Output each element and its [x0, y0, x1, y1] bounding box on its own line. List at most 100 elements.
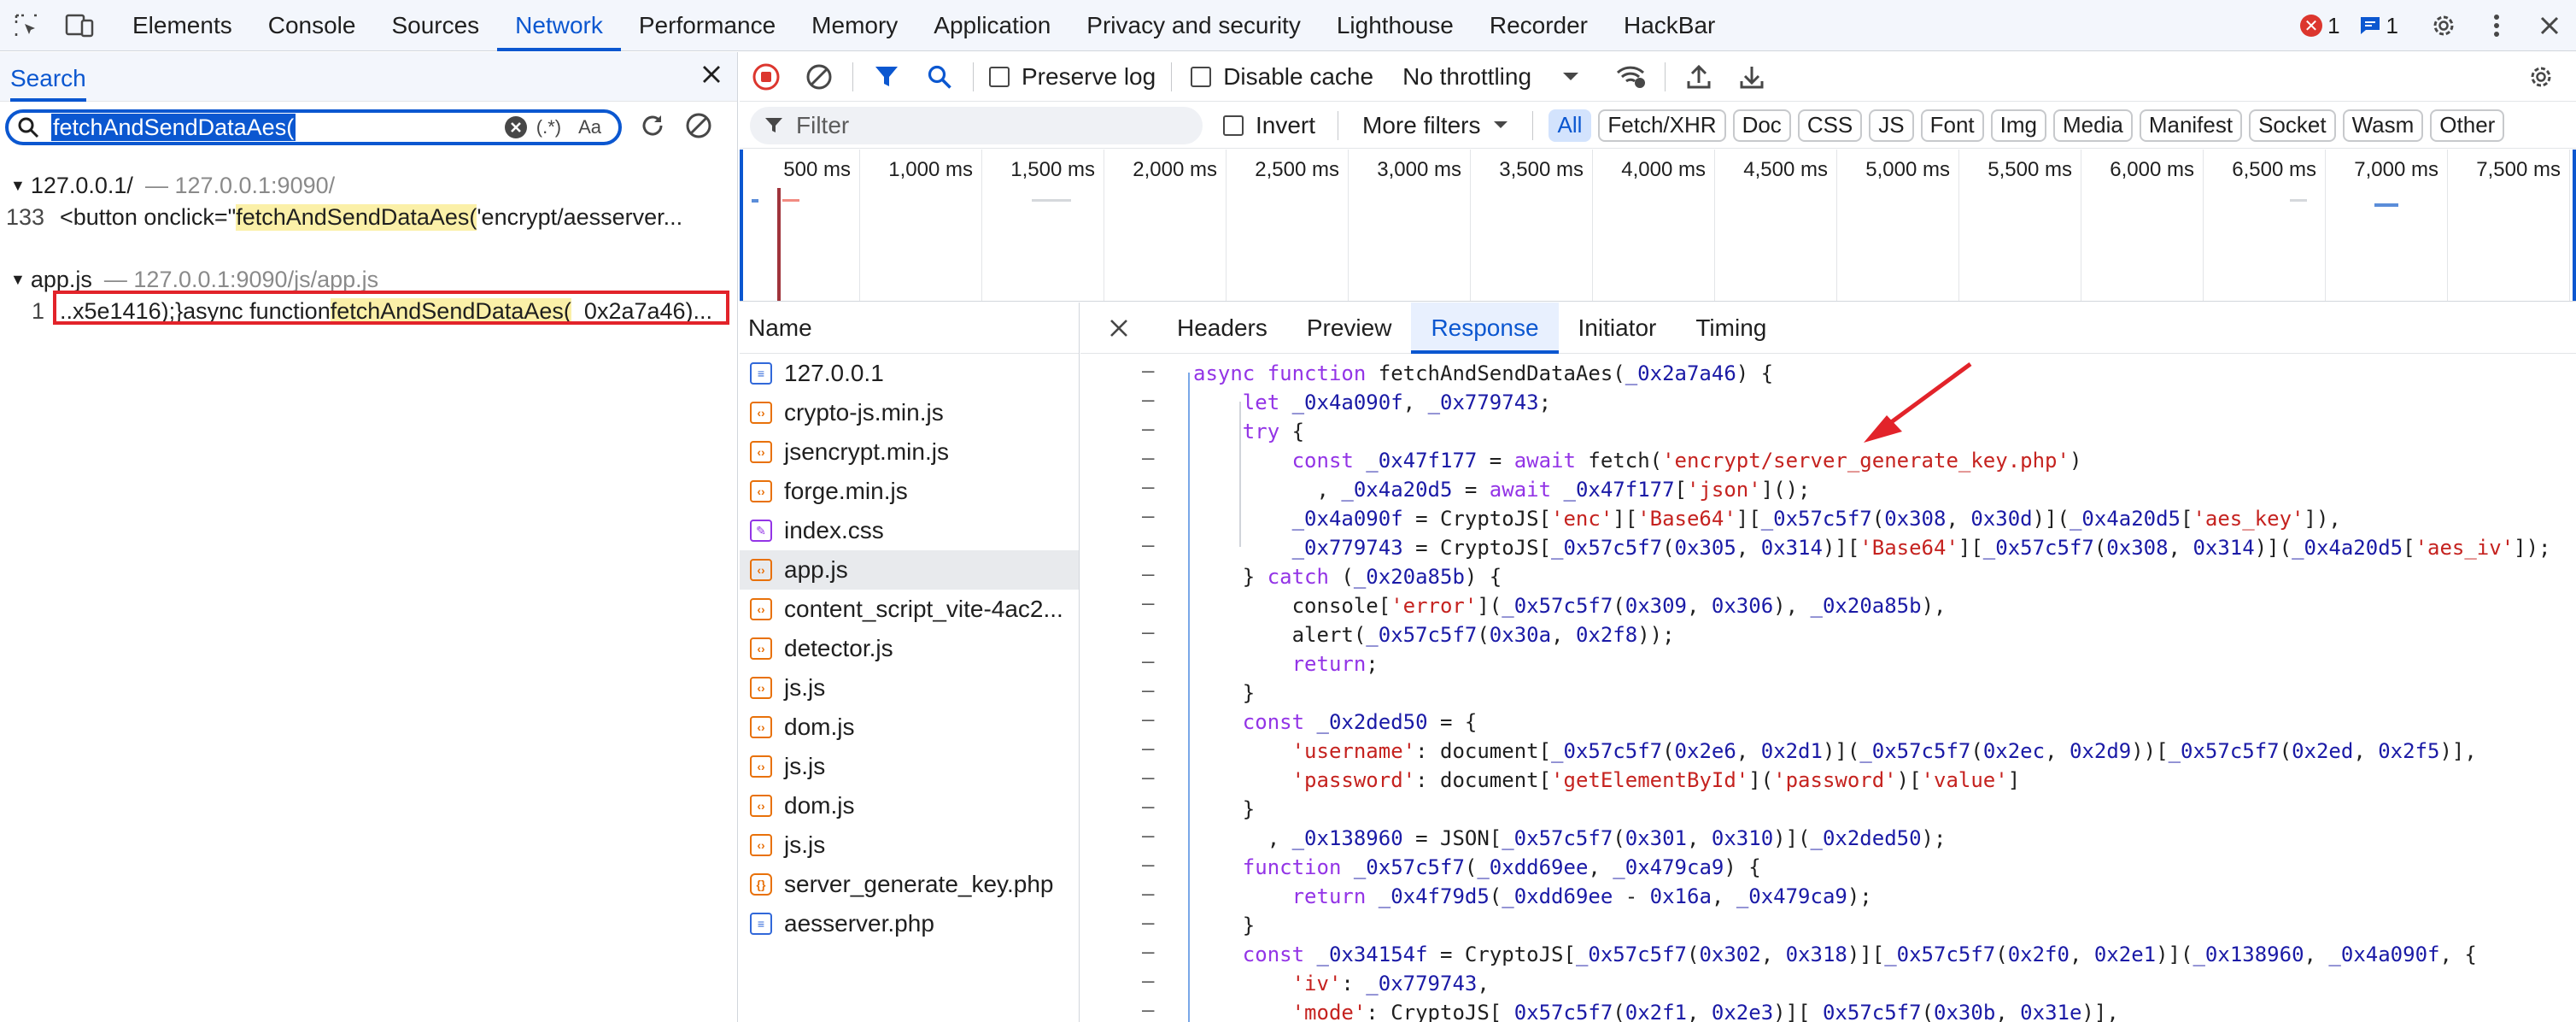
tab-recorder[interactable]: Recorder — [1472, 0, 1606, 51]
toolbar-divider — [1665, 62, 1666, 91]
result-match: fetchAndSendDataAes( — [236, 203, 477, 231]
timeline-right-handle[interactable] — [2573, 150, 2576, 301]
request-row[interactable]: ‹› js.js — [740, 747, 1079, 786]
code-line: 'iv': _0x779743, — [1291, 972, 1490, 996]
request-row[interactable]: ‹› app.js — [740, 550, 1079, 590]
timeline-label: 5,500 ms — [1988, 158, 2072, 181]
disable-cache-checkbox[interactable]: Disable cache — [1191, 63, 1373, 91]
filter-input[interactable]: Filter — [750, 106, 1203, 144]
tab-initiator[interactable]: Initiator — [1559, 302, 1677, 354]
network-conditions-icon[interactable] — [1605, 52, 1658, 102]
request-row[interactable]: ≡ aesserver.php — [740, 904, 1079, 943]
clear-search-icon[interactable] — [504, 115, 528, 139]
name-column-header[interactable]: Name — [740, 302, 1079, 354]
request-row[interactable]: ✎ index.css — [740, 511, 1079, 550]
search-input[interactable]: fetchAndSendDataAes( (.*) Aa — [5, 109, 622, 145]
chip-other[interactable]: Other — [2430, 109, 2505, 142]
request-name: dom.js — [784, 714, 855, 740]
request-row[interactable]: ‹› detector.js — [740, 629, 1079, 668]
expand-caret-icon: ▼ — [10, 270, 26, 288]
code-line: } catch (_0x20a85b) { — [1193, 565, 1502, 589]
filter-icon[interactable] — [860, 52, 913, 102]
close-search-icon[interactable] — [701, 64, 727, 89]
tab-performance[interactable]: Performance — [621, 0, 793, 51]
chip-css[interactable]: CSS — [1797, 109, 1863, 142]
response-code-viewer[interactable]: – async function fetchAndSendDataAes(_0x2… — [1080, 355, 2576, 1022]
search-result-line[interactable]: 133 <button onclick=" fetchAndSendDataAes… — [0, 201, 737, 233]
line-gutter-marker: – — [1142, 708, 1155, 731]
stop-recording-icon[interactable] — [740, 52, 793, 102]
search-icon[interactable] — [913, 52, 966, 102]
regex-toggle[interactable]: (.*) — [536, 116, 561, 138]
network-timeline-overview[interactable]: 500 ms 1,000 ms 1,500 ms 2,000 ms 2,500 ms 3,… — [740, 150, 2576, 302]
tab-hackbar[interactable]: HackBar — [1606, 0, 1733, 51]
tab-console[interactable]: Console — [250, 0, 374, 51]
timeline-gridline — [1226, 150, 1227, 301]
disable-cache-label: Disable cache — [1223, 62, 1374, 90]
timeline-bar — [782, 199, 799, 202]
preserve-log-checkbox[interactable]: Preserve log — [989, 63, 1156, 91]
request-row[interactable]: ‹› dom.js — [740, 708, 1079, 747]
clear-results-icon[interactable] — [685, 112, 712, 144]
tab-lighthouse[interactable]: Lighthouse — [1319, 0, 1472, 51]
chip-socket[interactable]: Socket — [2249, 109, 2336, 142]
chip-manifest[interactable]: Manifest — [2139, 109, 2243, 142]
error-count-badge[interactable]: ✕ 1 — [2300, 13, 2340, 39]
chip-js[interactable]: JS — [1869, 109, 1914, 142]
chip-fetch-xhr[interactable]: Fetch/XHR — [1598, 109, 1726, 142]
result-file-url: — 127.0.0.1:9090/ — [144, 172, 336, 198]
chip-font[interactable]: Font — [1920, 109, 1984, 142]
network-settings-gear-icon[interactable] — [2515, 52, 2567, 102]
close-detail-icon[interactable] — [1080, 319, 1157, 338]
chip-wasm[interactable]: Wasm — [2342, 109, 2424, 142]
tab-response[interactable]: Response — [1411, 302, 1559, 354]
tab-headers[interactable]: Headers — [1157, 302, 1287, 354]
request-row[interactable]: ‹› js.js — [740, 825, 1079, 865]
tab-preview[interactable]: Preview — [1287, 302, 1412, 354]
toolbar-divider — [1171, 62, 1173, 91]
chip-img[interactable]: Img — [1990, 109, 2046, 142]
message-count-badge[interactable]: 1 — [2359, 13, 2398, 39]
inspect-element-icon[interactable] — [0, 0, 53, 51]
settings-gear-icon[interactable] — [2417, 0, 2470, 51]
import-har-icon[interactable] — [1672, 52, 1725, 102]
clear-log-icon[interactable] — [793, 52, 846, 102]
request-name: js.js — [784, 831, 826, 858]
request-row[interactable]: ‹› js.js — [740, 668, 1079, 708]
search-result-file[interactable]: ▼ 127.0.0.1/ — 127.0.0.1:9090/ — [0, 170, 737, 201]
device-toolbar-icon[interactable] — [53, 0, 106, 51]
throttling-select[interactable]: No throttling — [1402, 63, 1579, 91]
tab-timing[interactable]: Timing — [1676, 302, 1786, 354]
timeline-left-handle[interactable] — [740, 150, 743, 301]
chip-doc[interactable]: Doc — [1732, 109, 1791, 142]
message-count: 1 — [2386, 12, 2398, 38]
close-devtools-icon[interactable] — [2523, 0, 2576, 51]
chip-all[interactable]: All — [1548, 109, 1592, 142]
match-case-toggle[interactable]: Aa — [578, 116, 601, 138]
request-row[interactable]: ‹› dom.js — [740, 786, 1079, 825]
refresh-search-icon[interactable] — [639, 112, 666, 144]
timeline-gridline — [859, 150, 860, 301]
request-row[interactable]: ‹› jsencrypt.min.js — [740, 432, 1079, 472]
timeline-gridline — [1714, 150, 1715, 301]
export-har-icon[interactable] — [1725, 52, 1778, 102]
tab-application[interactable]: Application — [916, 0, 1068, 51]
more-options-icon[interactable] — [2470, 0, 2523, 51]
tab-sources[interactable]: Sources — [373, 0, 497, 51]
tab-privacy-and-security[interactable]: Privacy and security — [1068, 0, 1319, 51]
timeline-label: 2,000 ms — [1133, 158, 1217, 181]
request-row[interactable]: ‹› crypto-js.min.js — [740, 393, 1079, 432]
request-row[interactable]: ‹› forge.min.js — [740, 472, 1079, 511]
chip-media[interactable]: Media — [2053, 109, 2133, 142]
request-row[interactable]: ≡ 127.0.0.1 — [740, 354, 1079, 393]
request-row[interactable]: ‹› content_script_vite-4ac2... — [740, 590, 1079, 629]
dropdown-arrow-icon — [1563, 72, 1579, 80]
invert-checkbox[interactable]: Invert — [1223, 112, 1315, 139]
request-row[interactable]: {} server_generate_key.php — [740, 865, 1079, 904]
tab-memory[interactable]: Memory — [793, 0, 916, 51]
tab-elements[interactable]: Elements — [114, 0, 250, 51]
tab-network[interactable]: Network — [497, 0, 621, 51]
search-panel-title[interactable]: Search — [10, 52, 86, 102]
more-filters-dropdown[interactable]: More filters — [1362, 112, 1508, 139]
code-line: } — [1193, 681, 1256, 705]
